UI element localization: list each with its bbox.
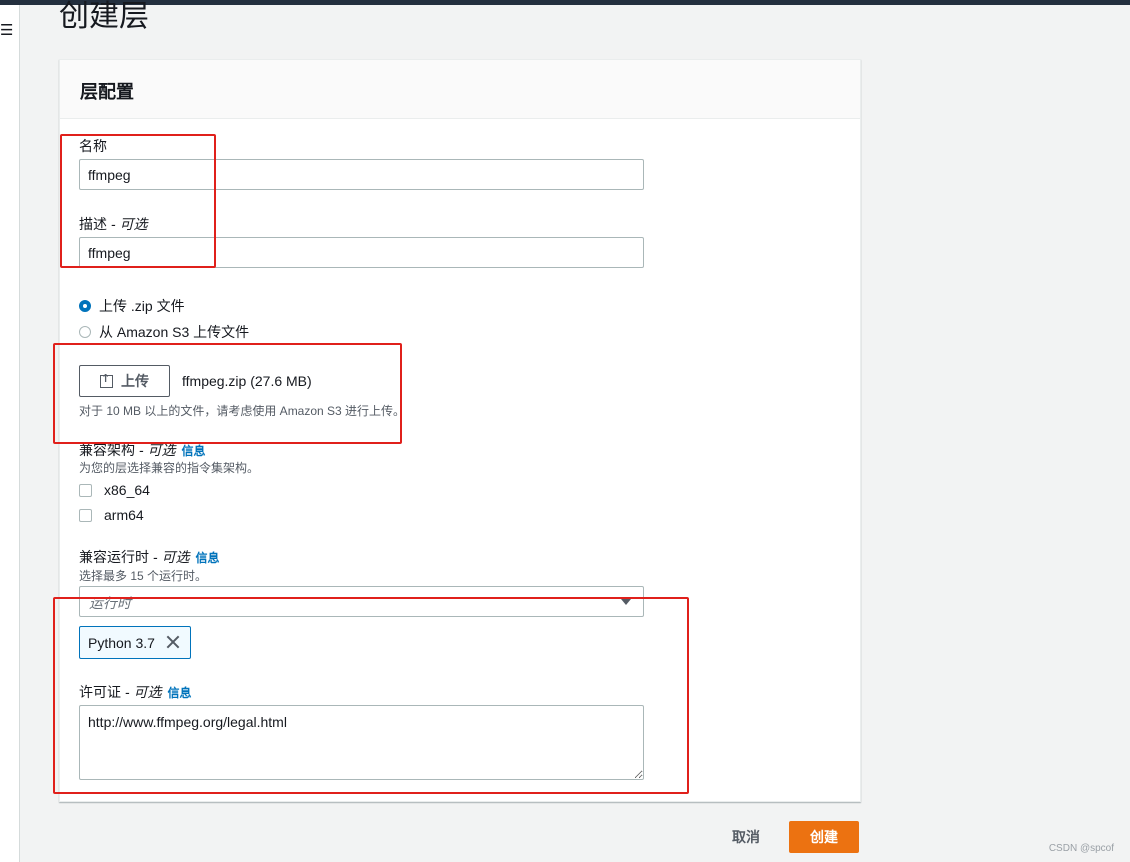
caret-down-icon	[621, 599, 631, 605]
runtime-select[interactable]: 运行时	[79, 586, 644, 617]
name-input[interactable]	[79, 159, 644, 190]
close-icon[interactable]	[165, 633, 181, 651]
arch-x86-64-checkbox[interactable]: x86_64	[79, 482, 150, 498]
cancel-button[interactable]: 取消	[718, 822, 774, 852]
architectures-label: 兼容架构 - 可选 信息	[79, 442, 206, 458]
upload-zip-radio[interactable]: 上传 .zip 文件	[79, 296, 185, 316]
upload-icon	[100, 372, 113, 388]
create-button[interactable]: 创建	[789, 821, 859, 853]
side-navigation-rail: ☰	[0, 5, 20, 862]
radio-label: 从 Amazon S3 上传文件	[99, 324, 250, 340]
checkbox-label: x86_64	[104, 482, 150, 498]
upload-hint: 对于 10 MB 以上的文件，请考虑使用 Amazon S3 进行上传。	[79, 404, 406, 418]
description-input[interactable]	[79, 237, 644, 268]
runtime-token-label: Python 3.7	[88, 634, 155, 651]
license-textarea[interactable]: http://www.ffmpeg.org/legal.html	[79, 705, 644, 780]
runtime-select-placeholder: 运行时	[89, 595, 131, 611]
radio-unselected-icon[interactable]	[79, 326, 91, 338]
runtimes-label: 兼容运行时 - 可选 信息	[79, 549, 220, 565]
runtime-token: Python 3.7	[79, 626, 191, 659]
runtimes-hint: 选择最多 15 个运行时。	[79, 569, 208, 583]
upload-button-label: 上传	[121, 373, 149, 389]
checkbox-label: arm64	[104, 507, 144, 523]
radio-label: 上传 .zip 文件	[99, 298, 185, 314]
page-title: 创建层	[59, 0, 149, 33]
info-link[interactable]: 信息	[167, 686, 191, 700]
optional-tag: - 可选	[121, 684, 162, 700]
radio-selected-icon[interactable]	[79, 300, 91, 312]
upload-s3-radio[interactable]: 从 Amazon S3 上传文件	[79, 322, 249, 342]
name-label: 名称	[79, 138, 107, 154]
uploaded-file-name: ffmpeg.zip (27.6 MB)	[182, 373, 312, 389]
optional-tag: - 可选	[149, 549, 190, 565]
info-link[interactable]: 信息	[181, 444, 205, 458]
menu-icon[interactable]: ☰	[0, 23, 13, 38]
license-label: 许可证 - 可选 信息	[79, 684, 192, 700]
top-navigation-bar	[0, 0, 1130, 5]
arch-arm64-checkbox[interactable]: arm64	[79, 507, 144, 523]
description-label: 描述 - 可选	[79, 216, 148, 232]
watermark: CSDN @spcof	[1048, 843, 1114, 854]
info-link[interactable]: 信息	[195, 551, 219, 565]
optional-tag: - 可选	[135, 442, 176, 458]
architectures-hint: 为您的层选择兼容的指令集架构。	[79, 461, 260, 475]
optional-tag: - 可选	[107, 216, 148, 232]
checkbox-icon[interactable]	[79, 483, 92, 497]
panel-header: 层配置	[60, 60, 860, 119]
upload-button[interactable]: 上传	[79, 365, 170, 397]
panel-title: 层配置	[80, 82, 134, 102]
checkbox-icon[interactable]	[79, 508, 92, 522]
